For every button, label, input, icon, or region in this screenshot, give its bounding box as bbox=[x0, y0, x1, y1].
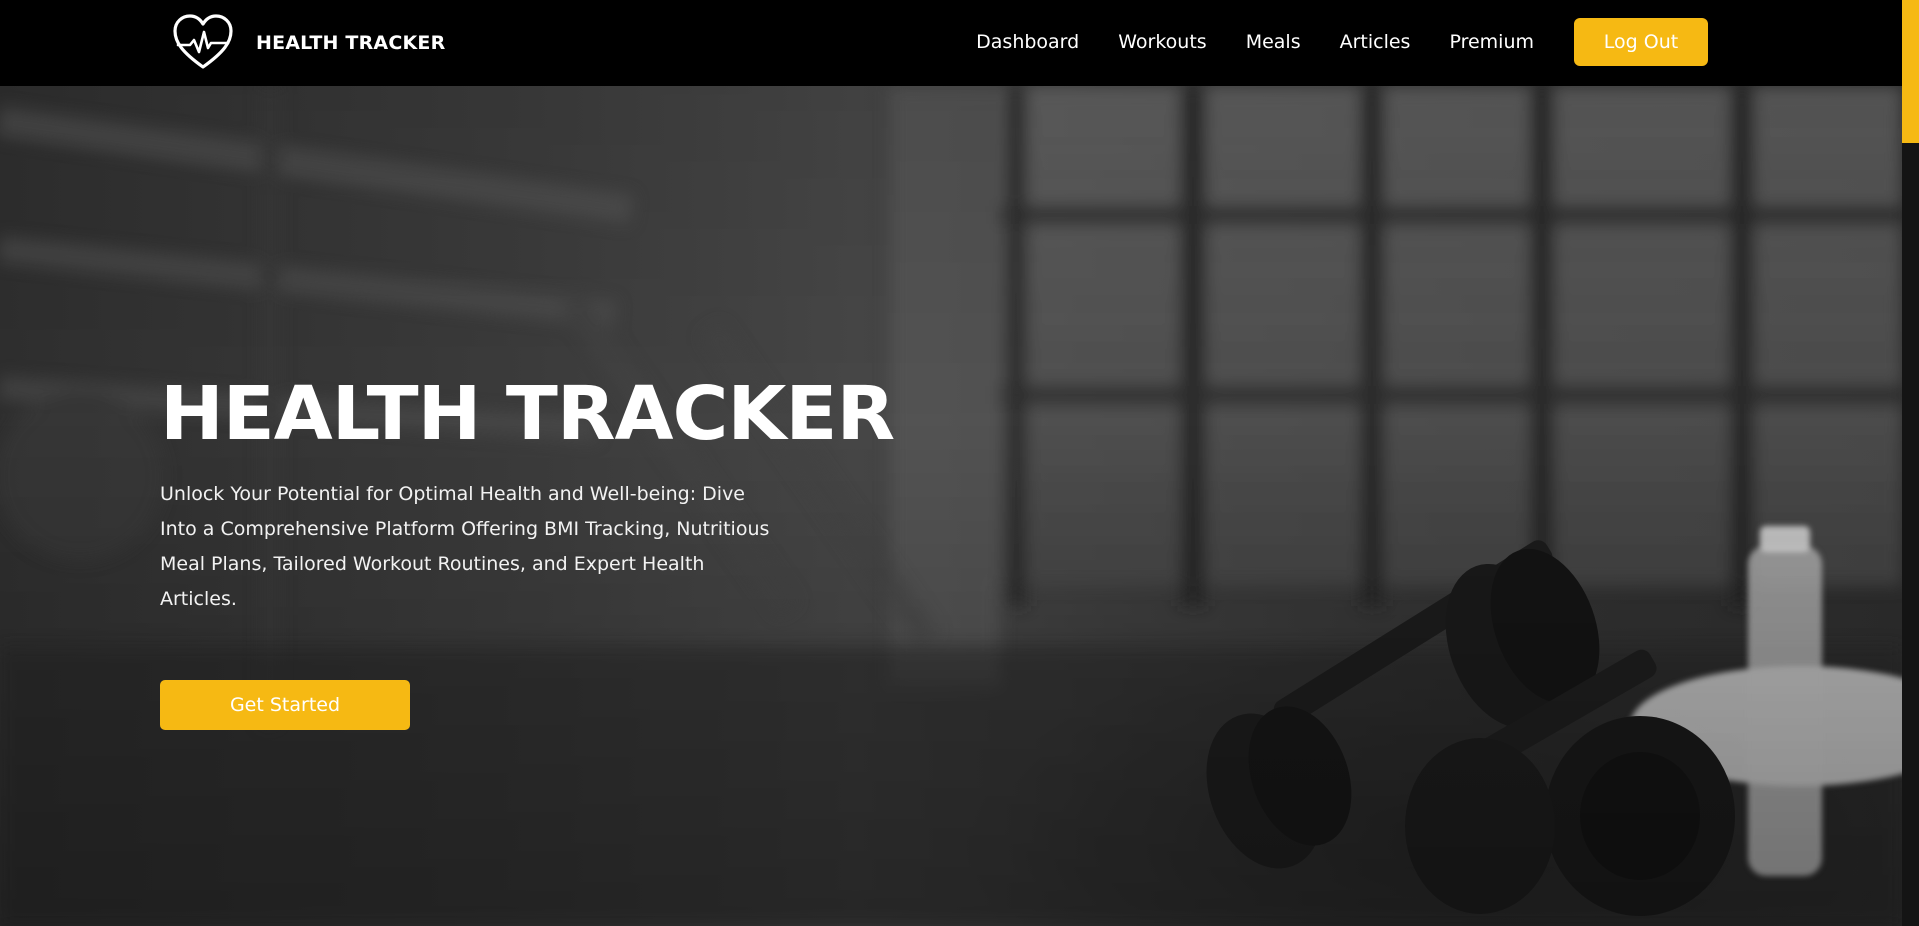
scrollbar-thumb[interactable] bbox=[1902, 0, 1919, 143]
logout-button[interactable]: Log Out bbox=[1574, 18, 1708, 66]
get-started-button[interactable]: Get Started bbox=[160, 680, 410, 730]
nav-link-dashboard[interactable]: Dashboard bbox=[976, 31, 1079, 53]
hero-title: HEALTH TRACKER bbox=[160, 371, 895, 457]
nav-link-articles[interactable]: Articles bbox=[1340, 31, 1411, 53]
nav-link-workouts[interactable]: Workouts bbox=[1118, 31, 1206, 53]
brand[interactable]: HEALTH TRACKER bbox=[172, 14, 445, 72]
heart-pulse-icon bbox=[173, 14, 233, 69]
hero-content: HEALTH TRACKER Unlock Your Potential for… bbox=[160, 377, 920, 617]
hero-subtitle: Unlock Your Potential for Optimal Health… bbox=[160, 483, 770, 610]
brand-name: HEALTH TRACKER bbox=[256, 32, 446, 54]
top-navbar: HEALTH TRACKER Dashboard Workouts Meals … bbox=[0, 0, 1902, 86]
nav-link-meals[interactable]: Meals bbox=[1246, 31, 1301, 53]
nav-link-premium[interactable]: Premium bbox=[1449, 31, 1534, 53]
main-nav: Dashboard Workouts Meals Articles Premiu… bbox=[976, 18, 1708, 66]
